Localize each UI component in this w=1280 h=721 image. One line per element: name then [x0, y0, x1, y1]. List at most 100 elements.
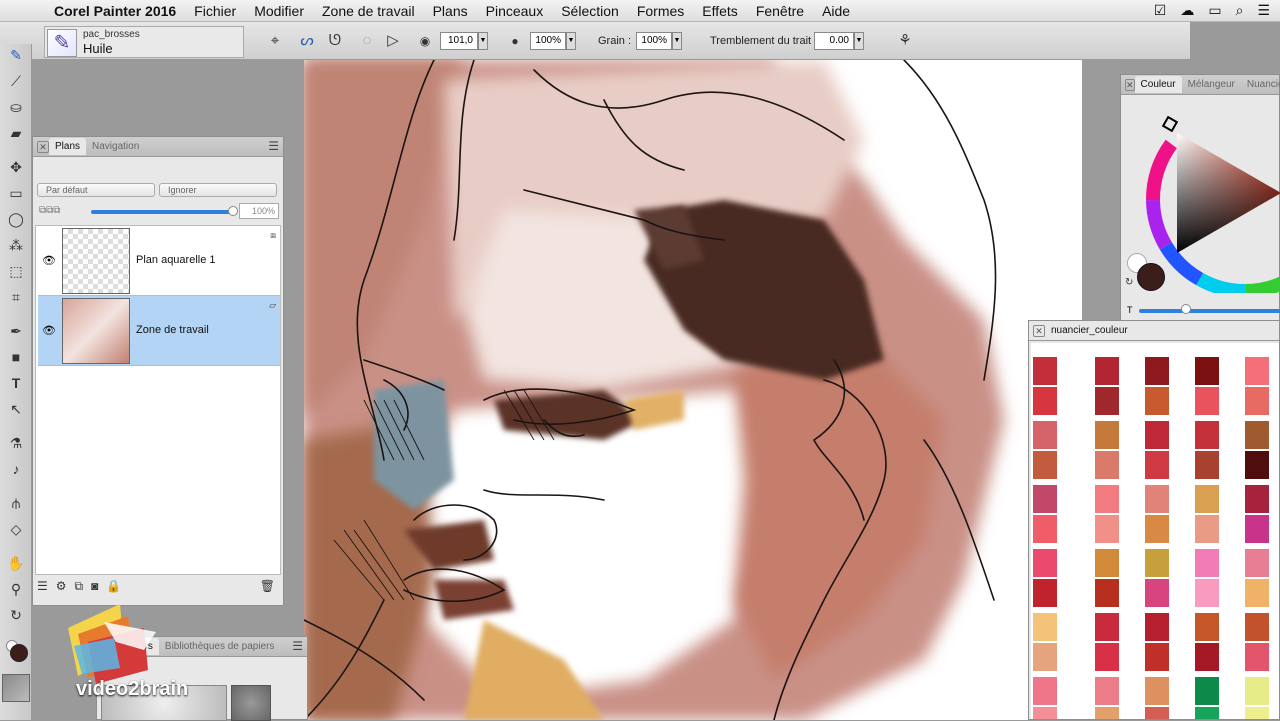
menu-modifier[interactable]: Modifier	[245, 3, 313, 19]
tab-bibliotheques-de-papiers[interactable]: Bibliothèques de papiers	[159, 638, 281, 655]
color-swatch[interactable]	[1195, 579, 1219, 607]
color-swatch[interactable]	[1145, 357, 1169, 385]
dynamic-plugins-icon[interactable]: ⚙	[56, 579, 67, 594]
color-swatch[interactable]	[1245, 357, 1269, 385]
opacity-slider-track[interactable]	[91, 210, 233, 214]
layer-row-zone-de-travail[interactable]: 👁 Zone de travail ▱	[38, 296, 280, 366]
grain-dropdown[interactable]: ▼	[672, 32, 682, 50]
size-dropdown[interactable]: ▼	[478, 32, 488, 50]
color-swatch[interactable]	[1095, 613, 1119, 641]
menu-pinceaux[interactable]: Pinceaux	[477, 3, 553, 19]
color-swatch[interactable]	[1145, 421, 1169, 449]
main-color-chip[interactable]	[10, 644, 28, 662]
perspective-icon[interactable]: ◇	[4, 518, 28, 540]
lock-layer-icon[interactable]: 🔒	[106, 579, 121, 594]
color-swatch[interactable]	[1195, 387, 1219, 415]
color-swatch[interactable]	[1245, 677, 1269, 705]
menu-fichier[interactable]: Fichier	[185, 3, 245, 19]
color-swatch[interactable]	[1095, 387, 1119, 415]
color-swatch[interactable]	[1095, 579, 1119, 607]
color-swatch[interactable]	[1195, 549, 1219, 577]
shape-selection-icon[interactable]: ↖	[4, 398, 28, 420]
color-swatch[interactable]	[1033, 677, 1057, 705]
jitter-field[interactable]: 0.00	[814, 32, 854, 50]
color-swatch[interactable]	[1245, 451, 1269, 479]
color-swatch[interactable]	[1095, 707, 1119, 719]
transform-icon[interactable]: ⬚	[4, 260, 28, 282]
opacity-slider-handle[interactable]	[228, 206, 238, 216]
panel-menu-icon[interactable]: ☰	[268, 139, 279, 153]
close-panel-icon[interactable]: ✕	[1033, 324, 1045, 337]
color-swatch[interactable]	[1245, 643, 1269, 671]
dodge-icon[interactable]: ♪	[4, 458, 28, 480]
swap-colors-icon[interactable]: ↻	[1125, 277, 1133, 288]
color-swatch[interactable]	[1145, 677, 1169, 705]
color-swatch[interactable]	[1195, 707, 1219, 719]
color-swatch[interactable]	[1145, 387, 1169, 415]
color-swatch[interactable]	[1033, 515, 1057, 543]
delete-layer-icon[interactable]: 🗑	[260, 579, 275, 593]
menu-formes[interactable]: Formes	[628, 3, 693, 19]
color-swatch[interactable]	[1195, 613, 1219, 641]
visibility-eye-icon[interactable]: 👁	[42, 324, 56, 337]
straight-line-stroke-icon[interactable]: ᘎ	[322, 29, 348, 53]
magnifier-icon[interactable]: ⚲	[4, 578, 28, 600]
color-swatch[interactable]	[1245, 549, 1269, 577]
color-swatch[interactable]	[1033, 421, 1057, 449]
opacity-field[interactable]: 100%	[239, 203, 279, 219]
color-swatch[interactable]	[1195, 643, 1219, 671]
color-swatch[interactable]	[1095, 515, 1119, 543]
canvas[interactable]	[304, 60, 1082, 720]
color-swatch[interactable]	[1095, 421, 1119, 449]
app-name-menu[interactable]: Corel Painter 2016	[44, 3, 185, 19]
color-swatch[interactable]	[1145, 643, 1169, 671]
search-icon[interactable]: ⌕	[1236, 2, 1244, 19]
color-swatch[interactable]	[1195, 515, 1219, 543]
menu-zone-de-travail[interactable]: Zone de travail	[313, 3, 424, 19]
brush-tool-icon[interactable]: ✎	[4, 44, 28, 66]
jitter-dropdown[interactable]: ▼	[854, 32, 864, 50]
color-swatch[interactable]	[1245, 707, 1269, 719]
color-swatch[interactable]	[1195, 357, 1219, 385]
color-swatch[interactable]	[1033, 451, 1057, 479]
color-swatch[interactable]	[1033, 485, 1057, 513]
color-swatch[interactable]	[1095, 357, 1119, 385]
color-swatch[interactable]	[1095, 485, 1119, 513]
color-swatch[interactable]	[1033, 549, 1057, 577]
color-swatch[interactable]	[1033, 357, 1057, 385]
mirror-painting-icon[interactable]: ⫛	[4, 492, 28, 514]
color-swatch[interactable]	[1145, 707, 1169, 719]
color-swatch[interactable]	[1145, 579, 1169, 607]
tab-couleur[interactable]: Couleur	[1134, 76, 1182, 93]
paper-texture-swatch[interactable]	[231, 685, 271, 721]
new-layer-icon[interactable]: ⧉	[75, 579, 84, 594]
eraser-tool-icon[interactable]: ▰	[4, 122, 28, 144]
color-swatch[interactable]	[1145, 515, 1169, 543]
check-icon[interactable]: ☑	[1154, 2, 1167, 19]
menu-plans[interactable]: Plans	[424, 3, 477, 19]
text-tool-icon[interactable]: T	[4, 372, 28, 394]
lasso-icon[interactable]: ◯	[4, 208, 28, 230]
opacity-dropdown[interactable]: ▼	[566, 32, 576, 50]
rectangle-shape-icon[interactable]: ■	[4, 346, 28, 368]
notification-list-icon[interactable]: ☰	[1257, 2, 1270, 19]
display-icon[interactable]: ▭	[1208, 2, 1221, 19]
color-swatch[interactable]	[1033, 387, 1057, 415]
tab-melangeur[interactable]: Mélangeur	[1182, 76, 1241, 93]
color-swatch[interactable]	[1033, 707, 1057, 719]
color-swatch[interactable]	[1095, 677, 1119, 705]
menu-effets[interactable]: Effets	[693, 3, 747, 19]
stroke-options-icon[interactable]: ⚘	[892, 29, 918, 53]
color-swatch[interactable]	[1245, 579, 1269, 607]
cloner-icon[interactable]: ⚗	[4, 432, 28, 454]
grain-field[interactable]: 100%	[636, 32, 672, 50]
color-swatch[interactable]	[1245, 485, 1269, 513]
tab-plans[interactable]: Plans	[49, 138, 87, 155]
tab-navigation[interactable]: Navigation	[86, 138, 145, 155]
color-swatch[interactable]	[1195, 485, 1219, 513]
menu-aide[interactable]: Aide	[813, 3, 859, 19]
paint-bucket-icon[interactable]: ⛀	[4, 96, 28, 118]
color-swatch[interactable]	[1033, 579, 1057, 607]
main-color-swatch[interactable]	[1137, 263, 1165, 291]
brush-selector[interactable]: ✎ pac_brosses Huile	[44, 26, 244, 58]
